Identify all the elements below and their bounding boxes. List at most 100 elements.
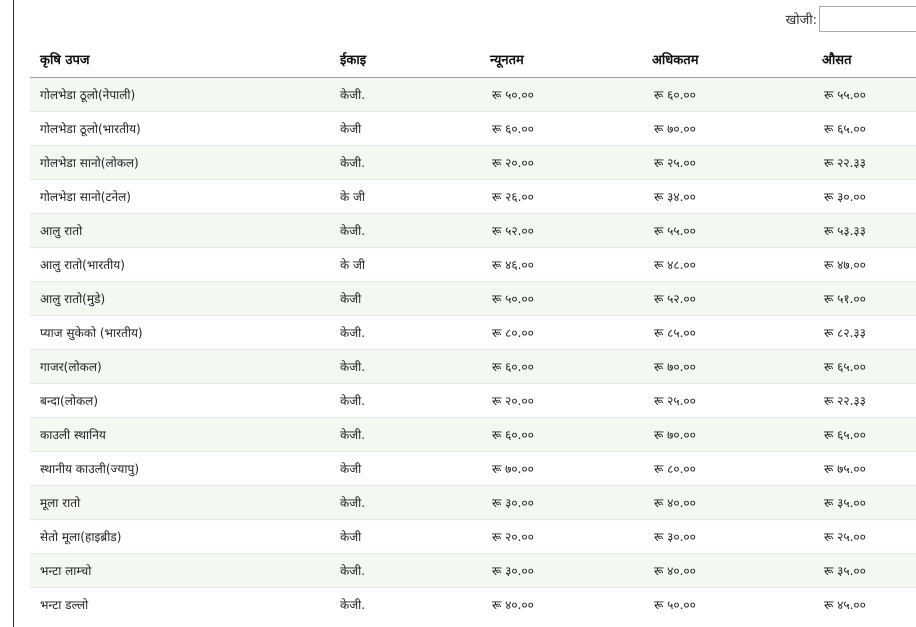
table-row: आलु रातो केजी. रू ५२.०० रू ५५.०० रू ५३.३३ bbox=[30, 213, 916, 248]
average-price-cell: रू ६५.०० bbox=[812, 111, 916, 146]
average-price-cell: रू ८२.३३ bbox=[812, 315, 916, 350]
minimum-price-cell: रू ६०.०० bbox=[480, 349, 642, 384]
average-price-cell: रू ३५.०० bbox=[812, 485, 916, 520]
unit-cell: केजी bbox=[330, 519, 480, 554]
search-bar: खोजी: bbox=[786, 5, 916, 33]
minimum-price-cell: रू २०.०० bbox=[480, 383, 642, 418]
minimum-price-cell: रू २६.०० bbox=[480, 179, 642, 214]
commodity-cell: गोलभेडा सानो(टनेल) bbox=[30, 179, 330, 214]
unit-cell: केजी. bbox=[330, 77, 480, 112]
minimum-price-cell: रू ३०.०० bbox=[480, 485, 642, 520]
commodity-cell: भन्टा डल्लो bbox=[30, 587, 330, 621]
minimum-price-cell: रू ४६.०० bbox=[480, 247, 642, 282]
commodity-cell: आलु रातो(मुडे) bbox=[30, 281, 330, 316]
column-header-unit[interactable]: ईकाइ bbox=[330, 40, 480, 78]
commodity-cell: भन्टा लाम्चो bbox=[30, 553, 330, 588]
commodity-cell: प्याज सुकेको (भारतीय) bbox=[30, 315, 330, 350]
average-price-cell: रू २२.३३ bbox=[812, 145, 916, 180]
page-left-border bbox=[13, 0, 14, 627]
unit-cell: के जी bbox=[330, 247, 480, 282]
minimum-price-cell: रू २०.०० bbox=[480, 145, 642, 180]
average-price-cell: रू ५१.०० bbox=[812, 281, 916, 316]
table-row: प्याज सुकेको (भारतीय) केजी. रू ८०.०० रू ८५.… bbox=[30, 315, 916, 350]
minimum-price-cell: रू ८०.०० bbox=[480, 315, 642, 350]
unit-cell: केजी. bbox=[330, 417, 480, 452]
average-price-cell: रू ७५.०० bbox=[812, 451, 916, 486]
minimum-price-cell: रू ७०.०० bbox=[480, 451, 642, 486]
column-header-commodity[interactable]: कृषि उपज bbox=[30, 40, 330, 78]
unit-cell: केजी bbox=[330, 451, 480, 486]
maximum-price-cell: रू ८५.०० bbox=[642, 315, 812, 350]
price-table: कृषि उपज ईकाइ न्यूनतम अधिकतम औसत गोलभेडा… bbox=[30, 40, 916, 621]
commodity-cell: स्थानीय काउली(ज्यापु) bbox=[30, 451, 330, 486]
table-header: कृषि उपज ईकाइ न्यूनतम अधिकतम औसत bbox=[30, 40, 916, 78]
maximum-price-cell: रू ८०.०० bbox=[642, 451, 812, 486]
average-price-cell: रू ४५.०० bbox=[812, 587, 916, 621]
average-price-cell: रू ४७.०० bbox=[812, 247, 916, 282]
table-row: भन्टा डल्लो केजी. रू ४०.०० रू ५०.०० रू ४५.०० bbox=[30, 587, 916, 621]
minimum-price-cell: रू ५०.०० bbox=[480, 281, 642, 316]
maximum-price-cell: रू ४८.०० bbox=[642, 247, 812, 282]
commodity-cell: गोलभेडा ठूलो(भारतीय) bbox=[30, 111, 330, 146]
table-row: गोलभेडा ठूलो(भारतीय) केजी रू ६०.०० रू ७०.००… bbox=[30, 111, 916, 146]
average-price-cell: रू ५३.३३ bbox=[812, 213, 916, 248]
minimum-price-cell: रू ५२.०० bbox=[480, 213, 642, 248]
unit-cell: केजी. bbox=[330, 587, 480, 621]
maximum-price-cell: रू ७०.०० bbox=[642, 111, 812, 146]
maximum-price-cell: रू ३४.०० bbox=[642, 179, 812, 214]
commodity-cell: आलु रातो(भारतीय) bbox=[30, 247, 330, 282]
table-row: गोलभेडा ठूलो(नेपाली) केजी. रू ५०.०० रू ६०.०… bbox=[30, 77, 916, 112]
table-row: सेतो मूला(हाइब्रीड) केजी रू २०.०० रू ३०.०० र… bbox=[30, 519, 916, 554]
table-row: गाजर(लोकल) केजी. रू ६०.०० रू ७०.०० रू ६५.०० bbox=[30, 349, 916, 384]
table-row: बन्दा(लोकल) केजी. रू २०.०० रू २५.०० रू २२.३३ bbox=[30, 383, 916, 418]
unit-cell: केजी. bbox=[330, 349, 480, 384]
average-price-cell: रू २५.०० bbox=[812, 519, 916, 554]
minimum-price-cell: रू ४०.०० bbox=[480, 587, 642, 621]
maximum-price-cell: रू ५२.०० bbox=[642, 281, 812, 316]
commodity-cell: मूला रातो bbox=[30, 485, 330, 520]
average-price-cell: रू ६५.०० bbox=[812, 349, 916, 384]
table-row: स्थानीय काउली(ज्यापु) केजी रू ७०.०० रू ८०.०… bbox=[30, 451, 916, 486]
commodity-cell: आलु रातो bbox=[30, 213, 330, 248]
maximum-price-cell: रू ६०.०० bbox=[642, 77, 812, 112]
column-header-maximum[interactable]: अधिकतम bbox=[642, 40, 812, 78]
unit-cell: केजी. bbox=[330, 315, 480, 350]
minimum-price-cell: रू २०.०० bbox=[480, 519, 642, 554]
commodity-cell: गोलभेडा सानो(लोकल) bbox=[30, 145, 330, 180]
maximum-price-cell: रू ७०.०० bbox=[642, 349, 812, 384]
maximum-price-cell: रू ५०.०० bbox=[642, 587, 812, 621]
search-input[interactable] bbox=[819, 6, 916, 32]
commodity-cell: गोलभेडा ठूलो(नेपाली) bbox=[30, 77, 330, 112]
minimum-price-cell: रू ६०.०० bbox=[480, 111, 642, 146]
minimum-price-cell: रू ३०.०० bbox=[480, 553, 642, 588]
search-label: खोजी: bbox=[785, 13, 817, 28]
unit-cell: केजी bbox=[330, 111, 480, 146]
table-row: काउली स्थानिय केजी. रू ६०.०० रू ७०.०० रू ६५.… bbox=[30, 417, 916, 452]
table-row: गोलभेडा सानो(टनेल) के जी रू २६.०० रू ३४.०० र… bbox=[30, 179, 916, 214]
unit-cell: केजी. bbox=[330, 145, 480, 180]
unit-cell: केजी. bbox=[330, 553, 480, 588]
commodity-cell: सेतो मूला(हाइब्रीड) bbox=[30, 519, 330, 554]
column-header-average[interactable]: औसत bbox=[812, 40, 916, 78]
maximum-price-cell: रू ५५.०० bbox=[642, 213, 812, 248]
commodity-cell: गाजर(लोकल) bbox=[30, 349, 330, 384]
average-price-cell: रू ३०.०० bbox=[812, 179, 916, 214]
table-row: भन्टा लाम्चो केजी. रू ३०.०० रू ४०.०० रू ३५.०… bbox=[30, 553, 916, 588]
unit-cell: के जी bbox=[330, 179, 480, 214]
minimum-price-cell: रू ५०.०० bbox=[480, 77, 642, 112]
maximum-price-cell: रू ७०.०० bbox=[642, 417, 812, 452]
maximum-price-cell: रू २५.०० bbox=[642, 383, 812, 418]
column-header-minimum[interactable]: न्यूनतम bbox=[480, 40, 642, 78]
commodity-cell: काउली स्थानिय bbox=[30, 417, 330, 452]
average-price-cell: रू ३५.०० bbox=[812, 553, 916, 588]
average-price-cell: रू ५५.०० bbox=[812, 77, 916, 112]
table-body: गोलभेडा ठूलो(नेपाली) केजी. रू ५०.०० रू ६०.०… bbox=[30, 77, 916, 621]
unit-cell: केजी bbox=[330, 281, 480, 316]
table-row: आलु रातो(मुडे) केजी रू ५०.०० रू ५२.०० रू ५१.… bbox=[30, 281, 916, 316]
maximum-price-cell: रू ४०.०० bbox=[642, 553, 812, 588]
maximum-price-cell: रू ३०.०० bbox=[642, 519, 812, 554]
header-row: कृषि उपज ईकाइ न्यूनतम अधिकतम औसत bbox=[30, 40, 916, 78]
unit-cell: केजी. bbox=[330, 383, 480, 418]
maximum-price-cell: रू ४०.०० bbox=[642, 485, 812, 520]
maximum-price-cell: रू २५.०० bbox=[642, 145, 812, 180]
